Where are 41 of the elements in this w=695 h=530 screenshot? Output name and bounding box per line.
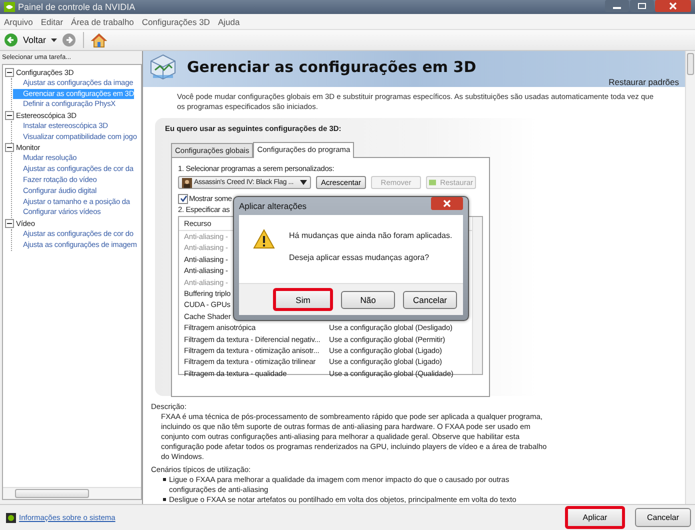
warning-icon — [253, 229, 275, 249]
menu-item[interactable]: Área de trabalho — [71, 16, 134, 26]
menu-item[interactable]: Editar — [40, 16, 64, 26]
checkbox[interactable] — [178, 194, 188, 204]
nvidia-info-icon — [6, 512, 16, 522]
collapse-icon[interactable] — [5, 68, 14, 77]
checkmark-icon — [180, 195, 186, 202]
nvidia-icon — [429, 179, 436, 186]
table-scrollbar[interactable] — [472, 217, 482, 374]
dialog-button[interactable]: Não — [341, 290, 395, 308]
dialog-button[interactable]: Cancelar — [403, 290, 457, 308]
horizontal-scrollbar[interactable] — [3, 487, 141, 499]
restore-defaults-link[interactable]: Restaurar padrões — [608, 77, 679, 87]
menu-item[interactable]: Configurações 3D — [142, 16, 210, 26]
window-title: Painel de controle da NVIDIA — [18, 2, 136, 12]
cube-icon — [149, 53, 177, 81]
minimize-icon[interactable] — [605, 0, 629, 12]
page-scrollbar[interactable] — [685, 51, 695, 504]
maximize-icon[interactable] — [630, 0, 654, 12]
game-icon — [182, 178, 192, 188]
close-icon[interactable] — [431, 197, 463, 210]
dropdown-caret-icon — [300, 180, 307, 185]
menu-item[interactable]: Arquivo — [4, 16, 33, 26]
app-icon — [4, 2, 15, 12]
close-icon[interactable] — [655, 0, 691, 12]
dropdown-caret-icon[interactable] — [50, 37, 58, 43]
collapse-icon[interactable] — [5, 143, 14, 152]
menu-item[interactable]: Ajuda — [218, 16, 240, 26]
bullet-icon — [163, 478, 166, 481]
dialog-title: Aplicar alterações — [239, 201, 307, 211]
footer-button[interactable]: Aplicar — [565, 506, 625, 529]
dialog-question: Deseja aplicar essas mudanças agora? — [289, 253, 430, 262]
dialog-button[interactable]: Sim — [273, 288, 333, 311]
collapse-icon[interactable] — [5, 219, 14, 228]
page-title: Gerenciar as configurações em 3D — [187, 58, 476, 76]
dialog-message: Há mudanças que ainda não foram aplicadas. — [289, 231, 452, 240]
footer-button[interactable]: Cancelar — [635, 508, 691, 527]
bullet-icon — [163, 498, 166, 501]
back-button[interactable]: Voltar — [4, 33, 46, 47]
collapse-icon[interactable] — [5, 111, 14, 120]
home-icon[interactable] — [91, 32, 108, 48]
